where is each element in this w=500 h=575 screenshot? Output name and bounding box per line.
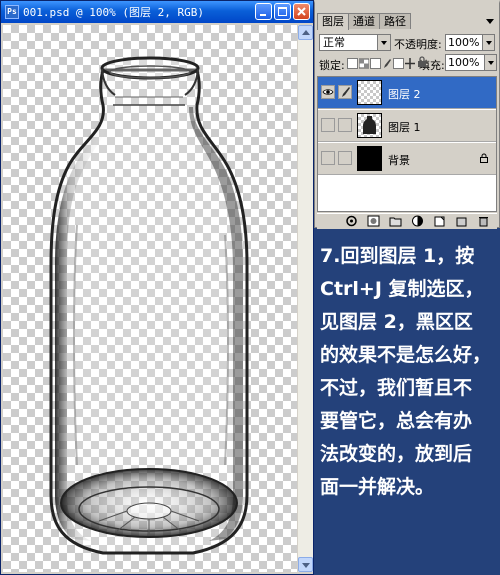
image-canvas[interactable] [3,25,297,572]
tab-layers[interactable]: 图层 [317,13,349,30]
arrow-down-icon [302,563,310,568]
caption-line: 见图层 2，黑区区 [320,311,473,333]
blend-mode-select[interactable]: 正常 [319,34,391,51]
blend-mode-value: 正常 [323,36,345,49]
visibility-toggle[interactable] [321,85,335,99]
link-icon[interactable] [345,215,358,227]
visibility-toggle[interactable] [321,118,335,132]
new-group-icon[interactable] [389,215,402,227]
layer-row-2[interactable]: 图层 2 [318,77,496,109]
adjustment-layer-icon[interactable] [411,215,424,227]
layer-name[interactable]: 背景 [388,152,410,168]
opacity-value: 100% [448,36,480,49]
palette-menu-button[interactable] [484,15,496,27]
caption-line: 7.回到图层 1，按 [320,245,475,267]
layer-list: 图层 2 图层 1 背景 [317,76,497,212]
lock-pixels-checkbox[interactable] [370,58,381,69]
chevron-down-icon [377,35,390,50]
layers-palette: 图层 通道 路径 正常 不透明度: 100% 锁定: 填充: 100% 图层 2… [314,0,500,229]
maximize-icon [278,7,287,16]
bottle-thumbnail-icon [363,116,376,134]
fill-input[interactable]: 100% [445,54,497,71]
close-icon [297,7,306,16]
caption-line: 面一并解决。 [320,476,435,498]
edit-indicator[interactable] [338,118,352,132]
fill-arrow-icon[interactable] [484,55,496,70]
caption-line: Ctrl+J 复制选区， [320,278,484,300]
brush-icon [342,87,350,97]
visibility-toggle[interactable] [321,151,335,165]
lock-icon[interactable] [417,56,427,67]
layer-name[interactable]: 图层 2 [388,86,421,102]
scroll-down-button[interactable] [298,557,313,572]
palette-bottom-bar [317,213,497,229]
arrow-up-icon [302,30,310,35]
mask-icon[interactable] [367,215,380,227]
vertical-scrollbar[interactable] [298,25,313,572]
opacity-arrow-icon[interactable] [482,35,494,50]
opacity-input[interactable]: 100% [445,34,495,51]
lock-label: 锁定: [319,59,345,72]
caption-line: 的效果不是怎么好， [320,344,492,366]
glass-bottle-image [49,56,249,555]
new-layer-icon[interactable] [433,215,446,227]
minimize-button[interactable] [255,3,272,20]
transparency-grid-icon [359,58,369,69]
document-titlebar[interactable]: Ps 001.psd @ 100% (图层 2, RGB) [1,1,313,23]
tab-channels[interactable]: 通道 [348,13,380,29]
document-window: Ps 001.psd @ 100% (图层 2, RGB) [0,0,314,575]
tab-paths[interactable]: 路径 [379,13,411,29]
move-icon [405,58,415,69]
edit-indicator[interactable] [338,151,352,165]
caption-line: 要管它，总会有办 [320,410,473,432]
tutorial-caption: 7.回到图层 1，按 Ctrl+J 复制选区， 见图层 2，黑区区 的效果不是怎… [320,240,498,504]
ps-document-icon: Ps [5,5,19,19]
layer-row-1[interactable]: 图层 1 [318,110,496,142]
eye-icon [322,89,334,95]
caption-line: 不过，我们暂且不 [320,377,473,399]
maximize-button[interactable] [274,3,291,20]
trash-icon[interactable] [477,215,490,227]
close-button[interactable] [293,3,310,20]
layer-name[interactable]: 图层 1 [388,119,421,135]
edit-indicator[interactable] [338,85,352,99]
palette-tabs: 图层 通道 路径 [317,13,411,30]
layer-row-background[interactable]: 背景 [318,143,496,175]
layer-thumbnail [357,80,382,105]
document-title: 001.psd @ 100% (图层 2, RGB) [23,6,204,19]
caption-line: 法改变的，放到后 [320,443,473,465]
minimize-icon [260,14,266,16]
lock-icon [480,153,488,163]
fill-value: 100% [448,56,480,69]
lock-position-checkbox[interactable] [393,58,404,69]
opacity-label: 不透明度: [394,38,442,51]
lock-transparency-checkbox[interactable] [347,58,358,69]
brush-icon [384,59,391,68]
layer-thumbnail [357,146,382,171]
layer-style-icon[interactable] [455,215,468,227]
scroll-up-button[interactable] [298,25,313,40]
layer-thumbnail [357,113,382,138]
lock-row: 锁定: 填充: 100% [319,54,497,72]
